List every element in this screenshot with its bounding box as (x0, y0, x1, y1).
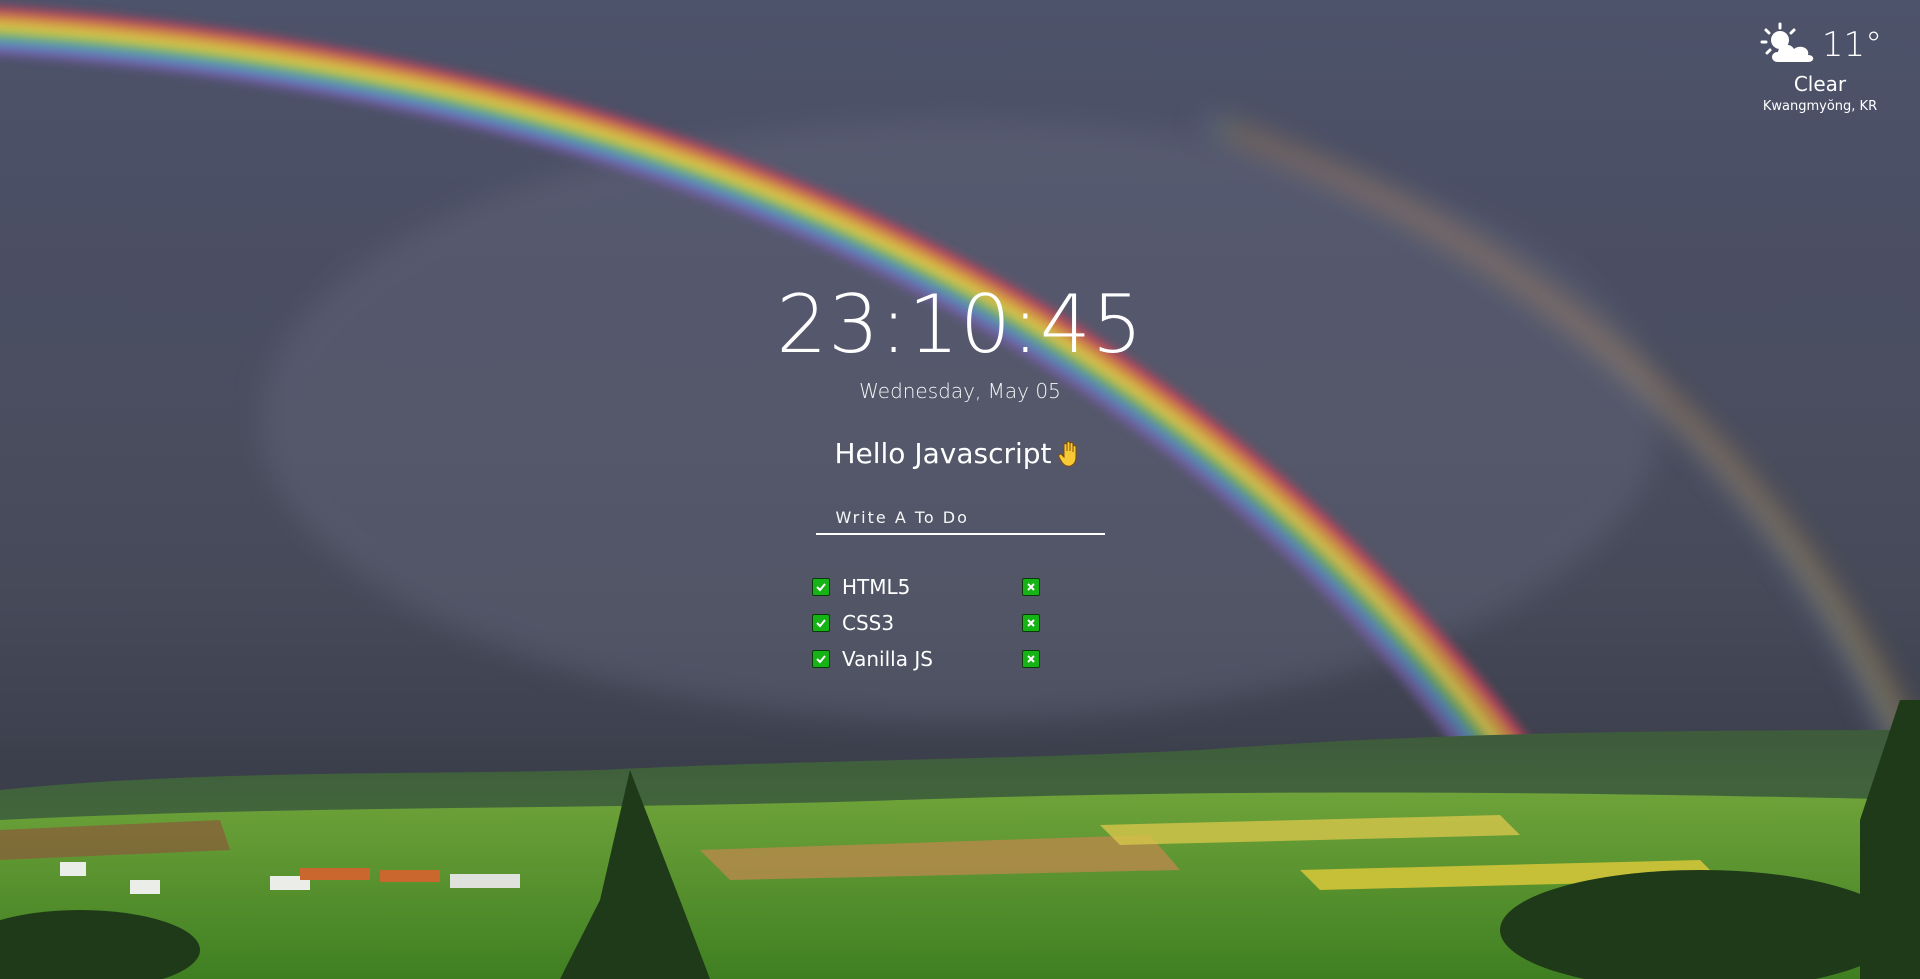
close-icon (1027, 655, 1035, 663)
weather-widget: 11° Clear Kwangmyŏng, KR (1750, 22, 1890, 114)
todo-delete-button[interactable] (1022, 614, 1040, 632)
todo-item: CSS3 (812, 605, 1160, 641)
close-icon (1027, 583, 1035, 591)
greeting: Hello Javascript (834, 437, 1085, 470)
todo-text: CSS3 (842, 611, 895, 635)
weather-location: Kwangmyŏng, KR (1762, 99, 1878, 114)
todo-text: Vanilla JS (842, 647, 933, 671)
todo-check-button[interactable] (812, 614, 830, 632)
checkmark-icon (816, 619, 826, 628)
todo-item: Vanilla JS (812, 641, 1160, 677)
weather-condition: Clear (1793, 72, 1847, 96)
todo-delete-button[interactable] (1022, 650, 1040, 668)
todo-input[interactable] (815, 504, 1105, 535)
checkmark-icon (816, 655, 826, 664)
todo-form (815, 504, 1105, 535)
waving-hand-icon (1057, 440, 1077, 467)
todo-text: HTML5 (842, 575, 911, 599)
weather-header: 11° (1750, 22, 1890, 68)
todo-delete-button[interactable] (1022, 578, 1040, 596)
clock-date: Wednesday, May 05 (859, 379, 1061, 403)
weather-temperature: 11° (1821, 25, 1883, 65)
todo-check-button[interactable] (812, 578, 830, 596)
todo-list: HTML5 CSS3 Vanilla JS (812, 569, 1160, 677)
todo-check-button[interactable] (812, 650, 830, 668)
close-icon (1027, 619, 1035, 627)
clock-time: 23:10:45 (776, 278, 1144, 371)
greeting-text: Hello Javascript (834, 437, 1052, 470)
main-panel: 23:10:45 Wednesday, May 05 Hello Javascr… (760, 285, 1160, 677)
checkmark-icon (816, 583, 826, 592)
todo-item: HTML5 (812, 569, 1160, 605)
sun-behind-cloud-icon (1760, 22, 1814, 62)
